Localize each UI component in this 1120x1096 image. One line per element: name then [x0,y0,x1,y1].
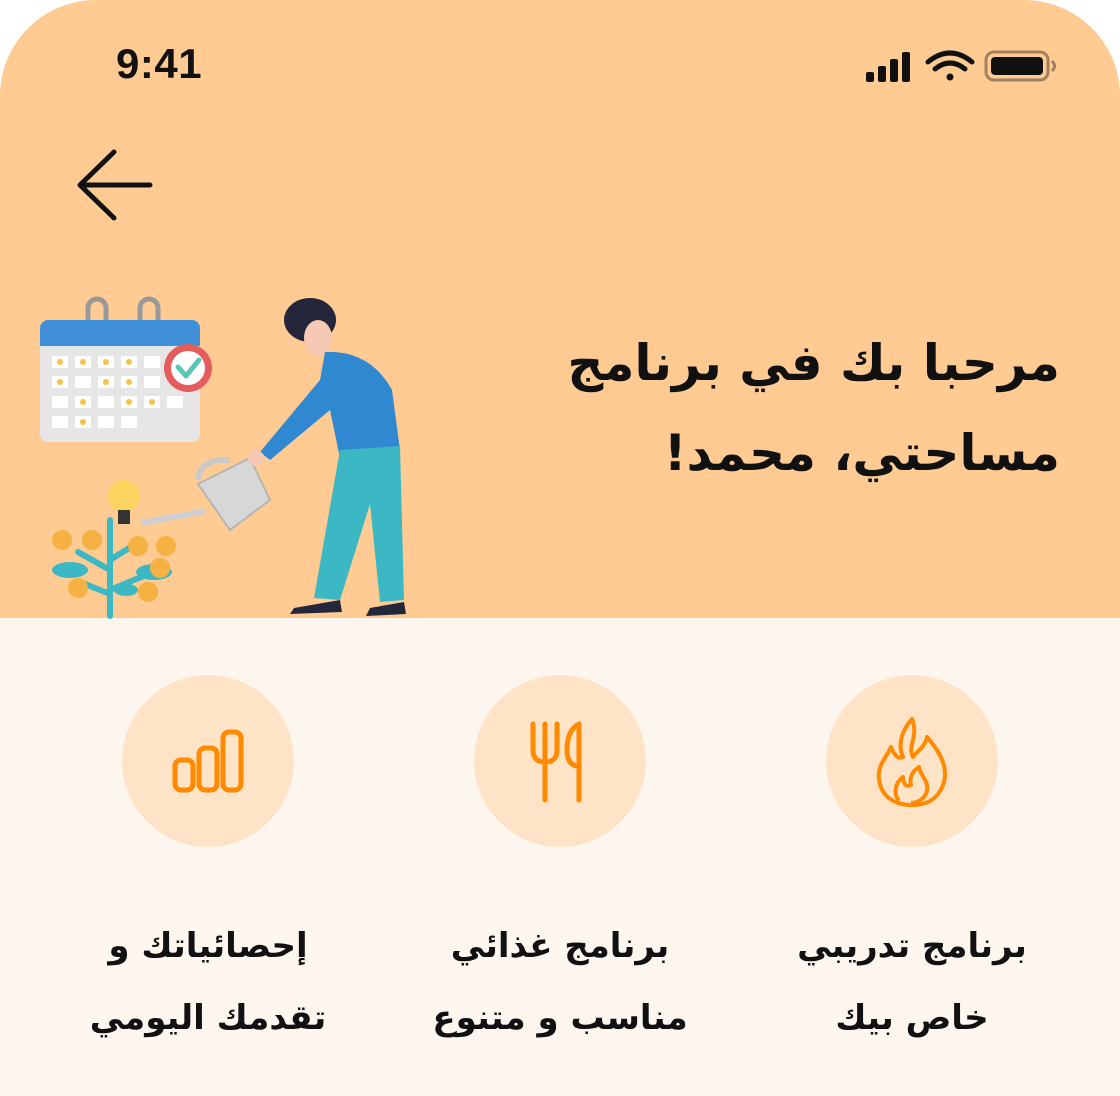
calendar-icon [40,296,212,442]
bar-chart-icon [172,729,244,793]
hero-header: 9:41 مرحبا بك في برنامج مساحتي، محمد! [0,0,1120,619]
feature-nutrition-program[interactable]: برنامج غذائي مناسب و متنوع [410,618,710,1096]
features-section: برنامج تدريبي خاص بيك برنامج غذائي مناسب… [0,618,1120,1096]
wifi-icon [925,50,975,81]
feature-label-line2: تقدمك اليومي [89,998,327,1038]
person-watering-money-plant-illustration [40,296,406,619]
flame-icon [876,717,947,807]
status-time: 9:41 [116,40,203,87]
feature-statistics[interactable]: إحصائياتك و تقدمك اليومي [58,618,358,1096]
fork-knife-icon [530,721,582,803]
feature-label-line1: إحصائياتك و [108,926,308,966]
feature-training-program[interactable]: برنامج تدريبي خاص بيك [762,618,1062,1096]
battery-icon [984,50,1056,82]
feature-label: برنامج غذائي مناسب و متنوع [410,910,710,1054]
watering-can-icon [140,456,272,532]
arrow-left-icon [77,149,153,221]
welcome-screen: 9:41 مرحبا بك في برنامج مساحتي، محمد! بر… [0,0,1120,1096]
welcome-title: مرحبا بك في برنامج مساحتي، محمد! [540,318,1060,498]
feature-label: برنامج تدريبي خاص بيك [762,910,1062,1054]
feature-label-line1: برنامج غذائي [450,926,670,966]
cellular-signal-icon [866,52,910,82]
back-button[interactable] [70,140,160,230]
feature-label-line2: خاص بيك [835,998,989,1038]
welcome-title-line2: مساحتي، محمد! [663,424,1060,482]
feature-icon-circle [826,675,998,847]
money-plant-icon [52,480,176,619]
feature-label: إحصائياتك و تقدمك اليومي [58,910,358,1054]
feature-icon-circle [474,675,646,847]
feature-label-line1: برنامج تدريبي [797,926,1027,966]
welcome-title-line1: مرحبا بك في برنامج [567,334,1060,392]
person-illustration [248,298,406,616]
feature-label-line2: مناسب و متنوع [432,998,688,1038]
status-icons [862,48,1058,88]
feature-icon-circle [122,675,294,847]
